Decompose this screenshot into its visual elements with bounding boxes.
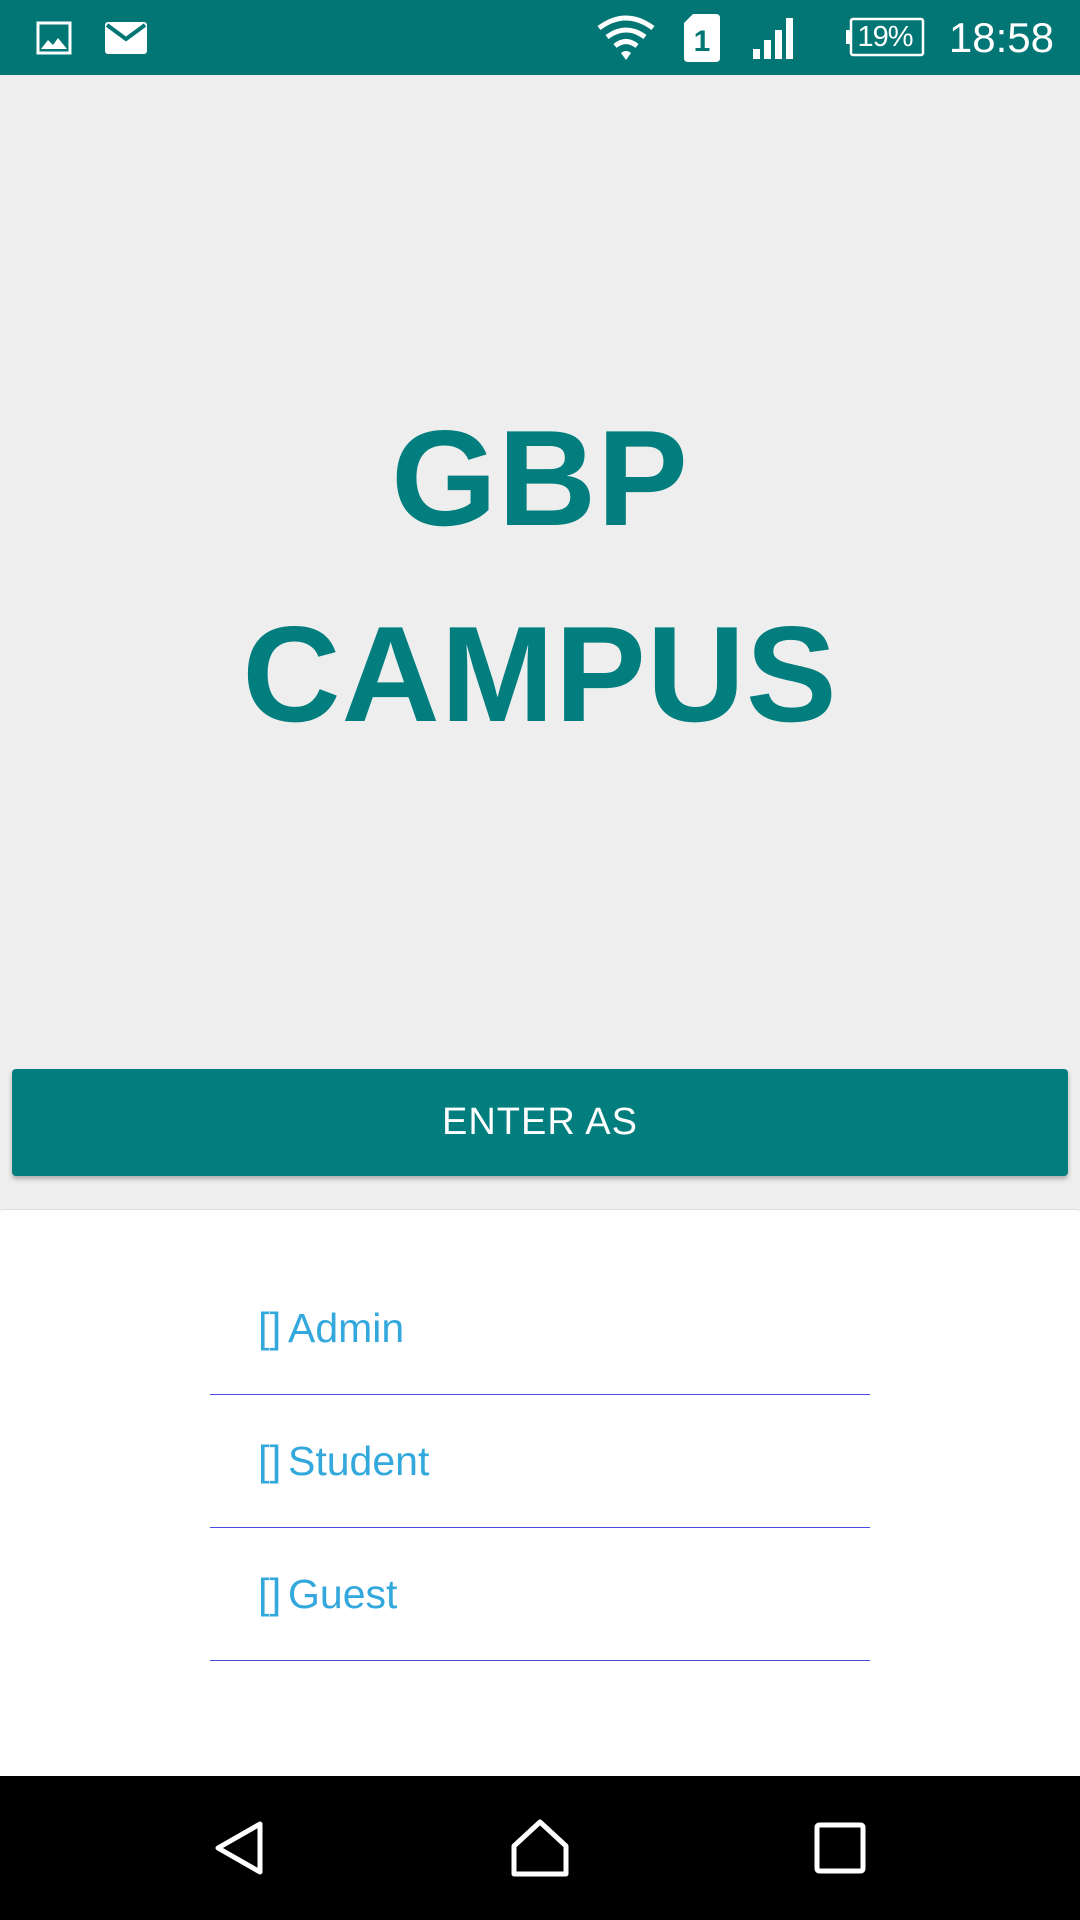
screen: 1 19% 18:58 GBP CAMPUS ENTER AS [] Admin… xyxy=(0,0,1080,1920)
role-item-guest[interactable]: [] Guest xyxy=(210,1528,870,1661)
role-checkbox[interactable]: [] xyxy=(258,1262,281,1394)
enter-as-button[interactable]: ENTER AS xyxy=(12,1069,1068,1176)
signal-icon xyxy=(752,0,798,75)
navigation-bar xyxy=(0,1776,1080,1920)
image-icon xyxy=(34,0,74,75)
sim-slot-number: 1 xyxy=(694,25,711,58)
mail-icon xyxy=(103,0,149,75)
sim-icon: 1 xyxy=(682,0,722,75)
role-item-admin[interactable]: [] Admin xyxy=(210,1262,870,1395)
app-title-line-1: GBP xyxy=(391,402,689,554)
app-title-line-2: CAMPUS xyxy=(242,598,838,750)
battery-percent: 19% xyxy=(857,21,913,53)
role-label: Admin xyxy=(288,1305,405,1351)
status-clock: 18:58 xyxy=(948,14,1054,61)
role-label: Student xyxy=(288,1438,430,1484)
app-title: GBP CAMPUS xyxy=(0,380,1080,772)
status-bar: 1 19% 18:58 xyxy=(0,0,1080,75)
wifi-icon xyxy=(596,0,656,75)
role-selection-list: [] Admin [] Student [] Guest xyxy=(0,1209,1080,1777)
battery-icon: 19% xyxy=(845,17,925,57)
recents-icon[interactable] xyxy=(780,1776,900,1920)
home-icon[interactable] xyxy=(480,1776,600,1920)
role-label: Guest xyxy=(288,1571,398,1617)
role-item-student[interactable]: [] Student xyxy=(210,1395,870,1528)
role-checkbox[interactable]: [] xyxy=(258,1528,281,1660)
back-icon[interactable] xyxy=(180,1776,300,1920)
role-checkbox[interactable]: [] xyxy=(258,1395,281,1527)
